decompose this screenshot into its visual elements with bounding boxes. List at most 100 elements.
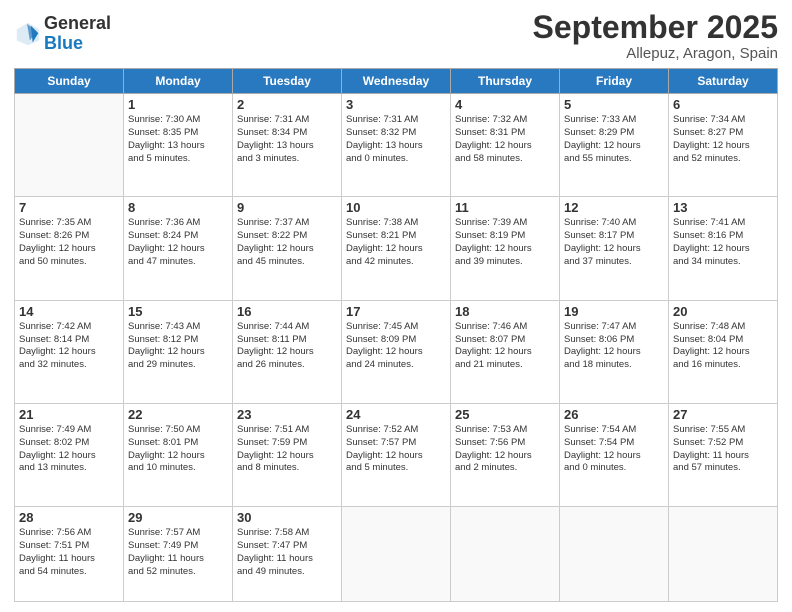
day-number: 11 [455, 200, 555, 215]
day-number: 1 [128, 97, 228, 112]
day-info: Sunrise: 7:33 AMSunset: 8:29 PMDaylight:… [564, 114, 664, 165]
main-title: September 2025 [533, 10, 778, 45]
calendar-cell [560, 507, 669, 602]
day-number: 7 [19, 200, 119, 215]
day-info: Sunrise: 7:42 AMSunset: 8:14 PMDaylight:… [19, 321, 119, 372]
calendar-week-row: 14 Sunrise: 7:42 AMSunset: 8:14 PMDayligh… [15, 300, 778, 403]
day-number: 20 [673, 304, 773, 319]
day-number: 24 [346, 407, 446, 422]
day-header-monday: Monday [124, 69, 233, 94]
calendar-cell: 17 Sunrise: 7:45 AMSunset: 8:09 PMDayligh… [342, 300, 451, 403]
day-info: Sunrise: 7:47 AMSunset: 8:06 PMDaylight:… [564, 321, 664, 372]
calendar-cell: 15 Sunrise: 7:43 AMSunset: 8:12 PMDayligh… [124, 300, 233, 403]
day-number: 30 [237, 510, 337, 525]
day-number: 16 [237, 304, 337, 319]
day-number: 5 [564, 97, 664, 112]
day-number: 23 [237, 407, 337, 422]
calendar-cell: 21 Sunrise: 7:49 AMSunset: 8:02 PMDayligh… [15, 403, 124, 506]
calendar-cell: 16 Sunrise: 7:44 AMSunset: 8:11 PMDayligh… [233, 300, 342, 403]
day-info: Sunrise: 7:32 AMSunset: 8:31 PMDaylight:… [455, 114, 555, 165]
day-info: Sunrise: 7:51 AMSunset: 7:59 PMDaylight:… [237, 424, 337, 475]
day-info: Sunrise: 7:49 AMSunset: 8:02 PMDaylight:… [19, 424, 119, 475]
day-number: 8 [128, 200, 228, 215]
calendar-cell [451, 507, 560, 602]
calendar-cell: 9Sunrise: 7:37 AMSunset: 8:22 PMDaylight… [233, 197, 342, 300]
calendar-week-row: 21 Sunrise: 7:49 AMSunset: 8:02 PMDayligh… [15, 403, 778, 506]
day-number: 18 [455, 304, 555, 319]
day-info: Sunrise: 7:48 AMSunset: 8:04 PMDaylight:… [673, 321, 773, 372]
calendar-cell [342, 507, 451, 602]
calendar-cell: 7 Sunrise: 7:35 AMSunset: 8:26 PMDaylight… [15, 197, 124, 300]
day-number: 17 [346, 304, 446, 319]
calendar-cell: 2Sunrise: 7:31 AMSunset: 8:34 PMDaylight… [233, 94, 342, 197]
calendar-cell: 14 Sunrise: 7:42 AMSunset: 8:14 PMDayligh… [15, 300, 124, 403]
day-number: 10 [346, 200, 446, 215]
day-number: 3 [346, 97, 446, 112]
day-number: 12 [564, 200, 664, 215]
calendar-cell: 6 Sunrise: 7:34 AMSunset: 8:27 PMDaylight… [669, 94, 778, 197]
day-info: Sunrise: 7:41 AMSunset: 8:16 PMDaylight:… [673, 217, 773, 268]
day-info: Sunrise: 7:31 AMSunset: 8:34 PMDaylight:… [237, 114, 337, 165]
calendar-cell [669, 507, 778, 602]
day-header-thursday: Thursday [451, 69, 560, 94]
day-number: 9 [237, 200, 337, 215]
calendar-cell: 12 Sunrise: 7:40 AMSunset: 8:17 PMDayligh… [560, 197, 669, 300]
day-number: 29 [128, 510, 228, 525]
day-header-wednesday: Wednesday [342, 69, 451, 94]
day-number: 27 [673, 407, 773, 422]
day-info: Sunrise: 7:55 AMSunset: 7:52 PMDaylight:… [673, 424, 773, 475]
logo-general: General [44, 14, 111, 34]
logo-text: General Blue [44, 14, 111, 54]
day-number: 21 [19, 407, 119, 422]
calendar-cell: 29Sunrise: 7:57 AMSunset: 7:49 PMDayligh… [124, 507, 233, 602]
calendar-cell: 27 Sunrise: 7:55 AMSunset: 7:52 PMDayligh… [669, 403, 778, 506]
day-number: 19 [564, 304, 664, 319]
calendar-header-row: SundayMondayTuesdayWednesdayThursdayFrid… [15, 69, 778, 94]
calendar-cell: 13Sunrise: 7:41 AMSunset: 8:16 PMDayligh… [669, 197, 778, 300]
calendar-cell: 1 Sunrise: 7:30 AMSunset: 8:35 PMDaylight… [124, 94, 233, 197]
day-number: 28 [19, 510, 119, 525]
day-header-saturday: Saturday [669, 69, 778, 94]
calendar-cell: 23 Sunrise: 7:51 AMSunset: 7:59 PMDayligh… [233, 403, 342, 506]
calendar-cell: 26Sunrise: 7:54 AMSunset: 7:54 PMDayligh… [560, 403, 669, 506]
calendar-cell: 28Sunrise: 7:56 AMSunset: 7:51 PMDayligh… [15, 507, 124, 602]
day-info: Sunrise: 7:58 AMSunset: 7:47 PMDaylight:… [237, 527, 337, 578]
day-info: Sunrise: 7:36 AMSunset: 8:24 PMDaylight:… [128, 217, 228, 268]
day-header-sunday: Sunday [15, 69, 124, 94]
title-block: September 2025 Allepuz, Aragon, Spain [533, 10, 778, 62]
day-info: Sunrise: 7:44 AMSunset: 8:11 PMDaylight:… [237, 321, 337, 372]
logo-blue: Blue [44, 34, 111, 54]
calendar-cell: 19 Sunrise: 7:47 AMSunset: 8:06 PMDayligh… [560, 300, 669, 403]
calendar-week-row: 7 Sunrise: 7:35 AMSunset: 8:26 PMDaylight… [15, 197, 778, 300]
day-header-tuesday: Tuesday [233, 69, 342, 94]
day-info: Sunrise: 7:35 AMSunset: 8:26 PMDaylight:… [19, 217, 119, 268]
day-number: 14 [19, 304, 119, 319]
calendar-cell: 18 Sunrise: 7:46 AMSunset: 8:07 PMDayligh… [451, 300, 560, 403]
logo-icon [14, 20, 42, 48]
calendar-cell [15, 94, 124, 197]
calendar-cell: 3 Sunrise: 7:31 AMSunset: 8:32 PMDaylight… [342, 94, 451, 197]
calendar-week-row: 28Sunrise: 7:56 AMSunset: 7:51 PMDayligh… [15, 507, 778, 602]
day-info: Sunrise: 7:50 AMSunset: 8:01 PMDaylight:… [128, 424, 228, 475]
day-info: Sunrise: 7:30 AMSunset: 8:35 PMDaylight:… [128, 114, 228, 165]
day-info: Sunrise: 7:40 AMSunset: 8:17 PMDaylight:… [564, 217, 664, 268]
calendar-cell: 11Sunrise: 7:39 AMSunset: 8:19 PMDayligh… [451, 197, 560, 300]
calendar-cell: 20 Sunrise: 7:48 AMSunset: 8:04 PMDayligh… [669, 300, 778, 403]
calendar-cell: 4Sunrise: 7:32 AMSunset: 8:31 PMDaylight… [451, 94, 560, 197]
day-info: Sunrise: 7:31 AMSunset: 8:32 PMDaylight:… [346, 114, 446, 165]
day-number: 25 [455, 407, 555, 422]
day-number: 6 [673, 97, 773, 112]
calendar-cell: 24 Sunrise: 7:52 AMSunset: 7:57 PMDayligh… [342, 403, 451, 506]
day-info: Sunrise: 7:52 AMSunset: 7:57 PMDaylight:… [346, 424, 446, 475]
calendar-cell: 8 Sunrise: 7:36 AMSunset: 8:24 PMDaylight… [124, 197, 233, 300]
day-info: Sunrise: 7:45 AMSunset: 8:09 PMDaylight:… [346, 321, 446, 372]
calendar-cell: 22Sunrise: 7:50 AMSunset: 8:01 PMDayligh… [124, 403, 233, 506]
day-info: Sunrise: 7:46 AMSunset: 8:07 PMDaylight:… [455, 321, 555, 372]
day-info: Sunrise: 7:43 AMSunset: 8:12 PMDaylight:… [128, 321, 228, 372]
day-info: Sunrise: 7:34 AMSunset: 8:27 PMDaylight:… [673, 114, 773, 165]
day-number: 15 [128, 304, 228, 319]
header: General Blue September 2025 Allepuz, Ara… [14, 10, 778, 62]
calendar-cell: 30 Sunrise: 7:58 AMSunset: 7:47 PMDayligh… [233, 507, 342, 602]
day-number: 26 [564, 407, 664, 422]
sub-title: Allepuz, Aragon, Spain [533, 45, 778, 62]
